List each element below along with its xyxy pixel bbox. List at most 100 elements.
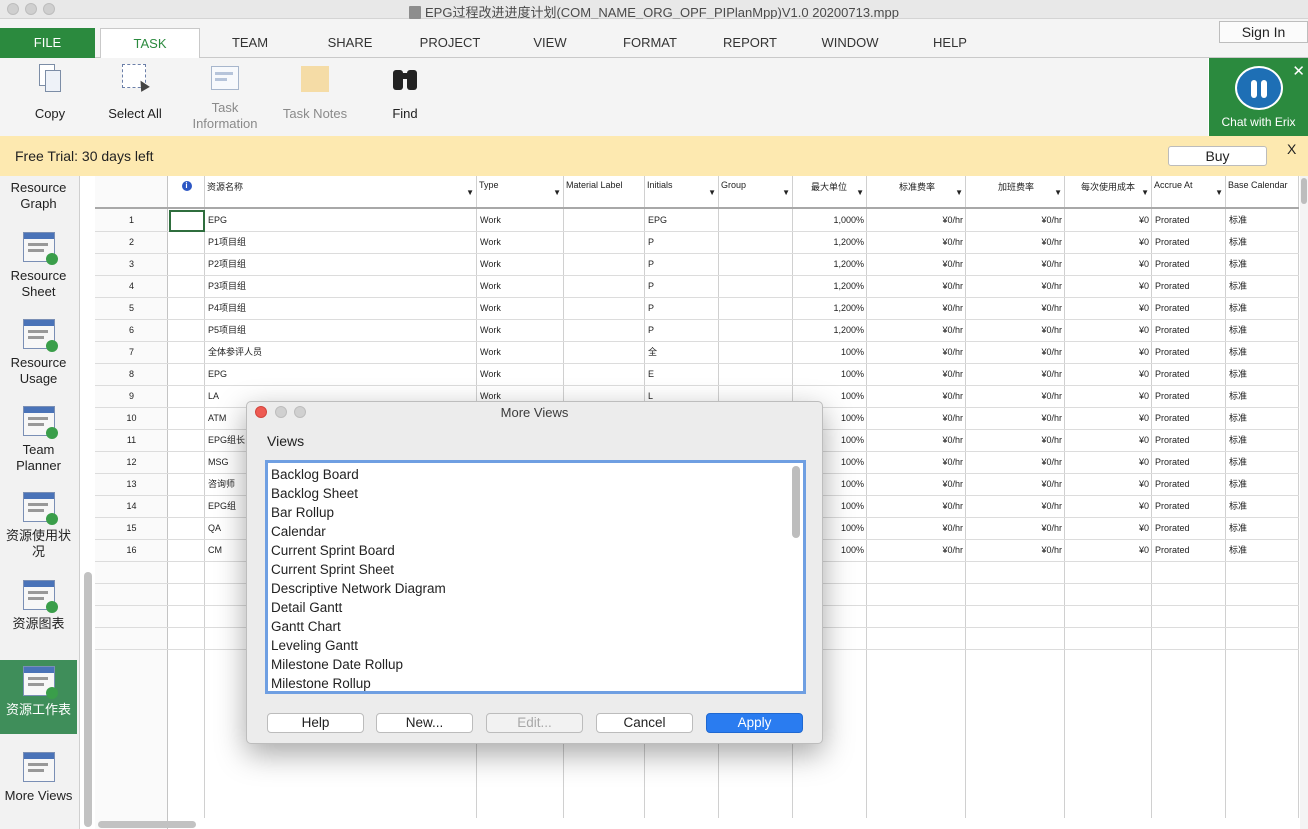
view-cn-resource-sheet[interactable]: 资源工作表 [0, 660, 77, 734]
table-row[interactable]: 7 全体参评人员 Work 全 100% ¥0/hr ¥0/hr ¥0 Prorated 标准 [95, 342, 1299, 364]
cell-accrue[interactable]: Prorated [1152, 298, 1226, 319]
tab-team[interactable]: TEAM [210, 28, 290, 58]
cell-calendar[interactable]: 标准 [1226, 320, 1299, 341]
copy-button[interactable]: Copy [20, 58, 80, 122]
cell-accrue[interactable]: Prorated [1152, 254, 1226, 275]
filter-arrow-icon[interactable]: ▼ [782, 188, 790, 197]
cell-accrue[interactable]: Prorated [1152, 232, 1226, 253]
cell-accrue[interactable]: Prorated [1152, 430, 1226, 451]
cell-accrue[interactable]: Prorated [1152, 342, 1226, 363]
header-max-units[interactable]: 最大单位 ▼ [793, 176, 867, 209]
cell-calendar[interactable]: 标准 [1226, 210, 1299, 231]
views-list-scrollbar[interactable] [792, 466, 800, 538]
cell-max-units[interactable]: 1,200% [793, 232, 867, 253]
filter-arrow-icon[interactable]: ▼ [1054, 188, 1062, 197]
active-cell[interactable] [169, 210, 205, 232]
filter-arrow-icon[interactable]: ▼ [553, 188, 561, 197]
cell-calendar[interactable]: 标准 [1226, 496, 1299, 517]
tab-format[interactable]: FORMAT [610, 28, 690, 58]
cell-accrue[interactable]: Prorated [1152, 210, 1226, 231]
chat-close-icon[interactable]: ✕ [1292, 62, 1305, 80]
header-ovt-rate[interactable]: 加班费率 ▼ [966, 176, 1065, 209]
view-list-item[interactable]: Leveling Gantt [268, 636, 803, 655]
cell-name[interactable]: P1项目组 [205, 232, 477, 253]
cell-ovt-rate[interactable]: ¥0/hr [966, 342, 1065, 363]
view-bar-scrollbar[interactable] [84, 572, 92, 827]
cell-initials[interactable]: E [645, 364, 719, 385]
view-list-item[interactable]: Current Sprint Sheet [268, 560, 803, 579]
cell-accrue[interactable]: Prorated [1152, 386, 1226, 407]
cell-cost-use[interactable]: ¥0 [1065, 386, 1152, 407]
cell-ovt-rate[interactable]: ¥0/hr [966, 496, 1065, 517]
cell-cost-use[interactable]: ¥0 [1065, 430, 1152, 451]
trial-close-button[interactable]: X [1287, 141, 1296, 157]
view-list-item[interactable]: Bar Rollup [268, 503, 803, 522]
cell-cost-use[interactable]: ¥0 [1065, 496, 1152, 517]
cell-max-units[interactable]: 1,200% [793, 254, 867, 275]
filter-arrow-icon[interactable]: ▼ [1215, 188, 1223, 197]
grid-vertical-scroll-thumb[interactable] [1301, 178, 1307, 204]
grid-horizontal-scrollbar[interactable] [98, 821, 196, 828]
cell-cost-use[interactable]: ¥0 [1065, 254, 1152, 275]
cell-ovt-rate[interactable]: ¥0/hr [966, 386, 1065, 407]
cell-cost-use[interactable]: ¥0 [1065, 298, 1152, 319]
cell-initials[interactable]: P [645, 276, 719, 297]
header-info[interactable]: i [168, 176, 205, 209]
cell-calendar[interactable]: 标准 [1226, 408, 1299, 429]
header-material[interactable]: Material Label [564, 176, 645, 209]
cell-accrue[interactable]: Prorated [1152, 540, 1226, 561]
tab-view[interactable]: VIEW [515, 28, 585, 58]
cell-initials[interactable]: P [645, 232, 719, 253]
cell-cost-use[interactable]: ¥0 [1065, 276, 1152, 297]
cell-type[interactable]: Work [477, 298, 564, 319]
cell-type[interactable]: Work [477, 364, 564, 385]
cell-std-rate[interactable]: ¥0/hr [867, 320, 966, 341]
cell-accrue[interactable]: Prorated [1152, 320, 1226, 341]
cell-ovt-rate[interactable]: ¥0/hr [966, 276, 1065, 297]
cell-std-rate[interactable]: ¥0/hr [867, 232, 966, 253]
cell-initials[interactable]: EPG [645, 210, 719, 231]
cell-std-rate[interactable]: ¥0/hr [867, 430, 966, 451]
cell-cost-use[interactable]: ¥0 [1065, 518, 1152, 539]
table-row[interactable]: 5 P4项目组 Work P 1,200% ¥0/hr ¥0/hr ¥0 Prorated 标准 [95, 298, 1299, 320]
filter-arrow-icon[interactable]: ▼ [1141, 188, 1149, 197]
cell-calendar[interactable]: 标准 [1226, 364, 1299, 385]
cell-calendar[interactable]: 标准 [1226, 474, 1299, 495]
table-row[interactable]: 2 P1项目组 Work P 1,200% ¥0/hr ¥0/hr ¥0 Prorated 标准 [95, 232, 1299, 254]
cell-initials[interactable]: P [645, 254, 719, 275]
cell-cost-use[interactable]: ¥0 [1065, 232, 1152, 253]
cell-ovt-rate[interactable]: ¥0/hr [966, 254, 1065, 275]
cell-calendar[interactable]: 标准 [1226, 276, 1299, 297]
cell-name[interactable]: EPG [205, 364, 477, 385]
cell-calendar[interactable]: 标准 [1226, 342, 1299, 363]
cell-ovt-rate[interactable]: ¥0/hr [966, 408, 1065, 429]
cancel-button[interactable]: Cancel [596, 713, 693, 733]
cell-ovt-rate[interactable]: ¥0/hr [966, 430, 1065, 451]
view-more-views[interactable]: More Views [0, 752, 77, 804]
cell-accrue[interactable]: Prorated [1152, 408, 1226, 429]
cell-std-rate[interactable]: ¥0/hr [867, 342, 966, 363]
view-cn-resource-graph[interactable]: 资源图表 [0, 580, 77, 632]
tab-report[interactable]: REPORT [710, 28, 790, 58]
view-list-item[interactable]: Milestone Date Rollup [268, 655, 803, 674]
apply-button[interactable]: Apply [706, 713, 803, 733]
view-resource-graph[interactable]: Resource Graph [0, 180, 77, 212]
views-listbox[interactable]: Backlog Board Backlog Sheet Bar Rollup Cale… [265, 460, 806, 694]
cell-name[interactable]: P3项目组 [205, 276, 477, 297]
cell-max-units[interactable]: 1,200% [793, 298, 867, 319]
cell-type[interactable]: Work [477, 254, 564, 275]
cell-calendar[interactable]: 标准 [1226, 430, 1299, 451]
table-row[interactable]: 4 P3项目组 Work P 1,200% ¥0/hr ¥0/hr ¥0 Prorated 标准 [95, 276, 1299, 298]
header-initials[interactable]: Initials ▼ [645, 176, 719, 209]
filter-arrow-icon[interactable]: ▼ [466, 188, 474, 197]
cell-max-units[interactable]: 100% [793, 342, 867, 363]
cell-name[interactable]: P4项目组 [205, 298, 477, 319]
select-all-button[interactable]: Select All [100, 58, 170, 122]
cell-max-units[interactable]: 1,200% [793, 320, 867, 341]
view-list-item[interactable]: Calendar [268, 522, 803, 541]
cell-std-rate[interactable]: ¥0/hr [867, 276, 966, 297]
cell-ovt-rate[interactable]: ¥0/hr [966, 232, 1065, 253]
cell-accrue[interactable]: Prorated [1152, 496, 1226, 517]
cell-id[interactable]: 15 [95, 518, 168, 539]
cell-id[interactable]: 9 [95, 386, 168, 407]
